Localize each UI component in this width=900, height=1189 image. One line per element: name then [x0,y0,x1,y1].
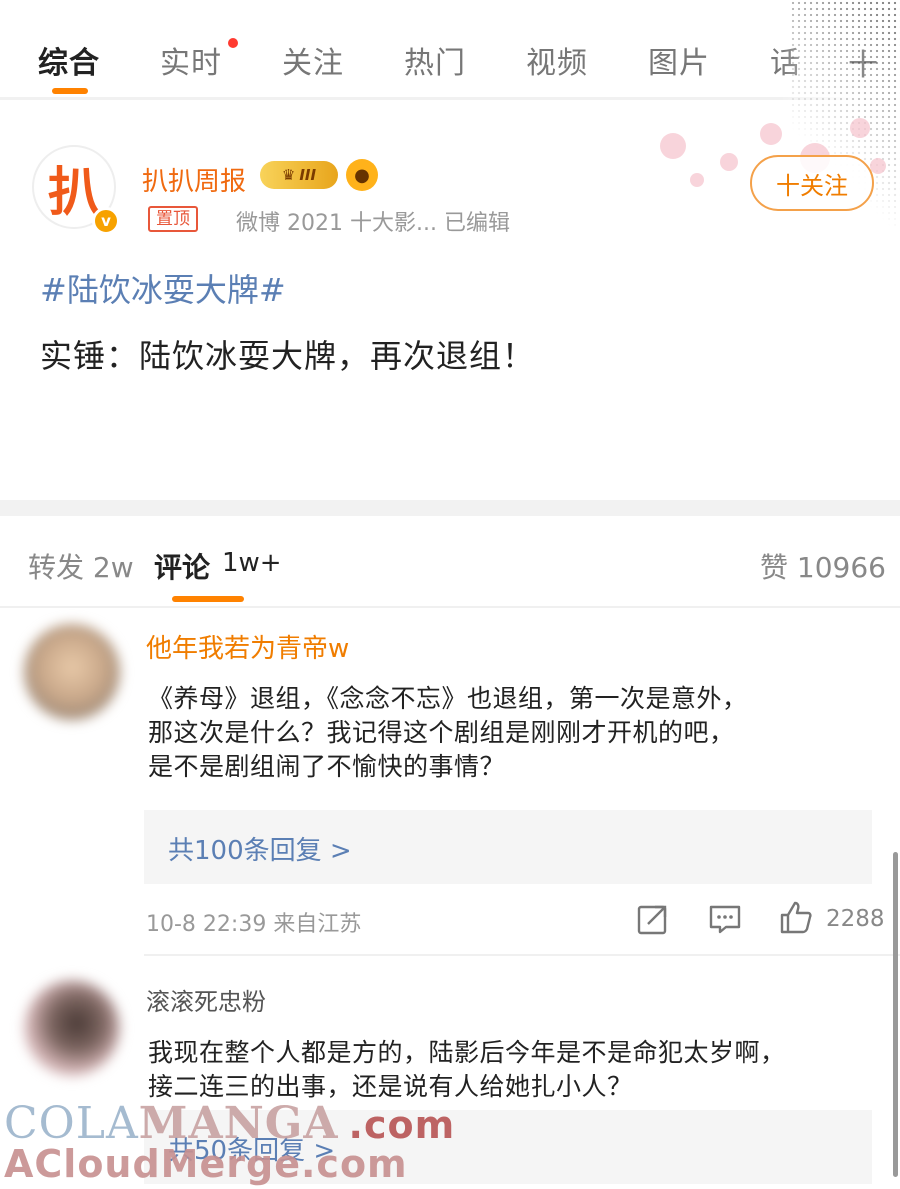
vip-level: III [299,166,317,184]
tab-hot[interactable]: 热门 [404,38,466,82]
post-meta: 微博 2021 十大影... 已编辑 [236,211,510,236]
tab-realtime[interactable]: 实时 [160,38,222,82]
comment-tab-indicator [172,596,244,602]
like-count: 2288 [826,906,885,932]
tab-following[interactable]: 关注 [282,38,344,82]
tab-like[interactable]: 赞 10966 [760,546,886,586]
avatar-logo: 扒 [47,161,100,223]
comment-text-line: 那这次是什么？我记得这个剧组是刚刚才开机的吧， [148,718,735,747]
tab-comment[interactable]: 评论 [154,546,210,586]
comment-count: 1w+ [222,548,282,578]
fan-badge-icon[interactable]: ● [346,159,378,191]
follow-button[interactable]: 十关注 [750,155,874,211]
comment-timestamp: 10-8 22:39 来自江苏 [146,912,362,937]
tab-repost[interactable]: 转发 2w [28,546,134,586]
vip-badge[interactable]: ♛ III [260,161,338,189]
comment-text-line: 我现在整个人都是方的，陆影后今年是不是命犯太岁啊， [148,1038,786,1067]
commenter-avatar[interactable] [24,624,120,720]
author-name[interactable]: 扒扒周报 [142,161,246,198]
view-replies-link[interactable]: 共100条回复 > [168,830,352,867]
tab-images[interactable]: 图片 [648,38,710,82]
new-dot-badge [228,38,238,48]
commenter-name[interactable]: 滚滚死忠粉 [146,982,266,1017]
crown-icon: ♛ [281,166,296,184]
post-body: 实锤：陆饮冰耍大牌，再次退组！ [40,337,536,375]
pinned-tag: 置顶 [148,206,198,232]
comment-text-line: 是不是剧组闹了不愉快的事情？ [148,752,506,781]
commenter-name[interactable]: 他年我若为青帝w [146,628,349,665]
section-divider [0,500,900,516]
watermark-subtitle: ACloudMerge.com [4,1142,408,1186]
commenter-avatar[interactable] [24,980,120,1076]
top-tab-bar: 综合 实时 关注 热门 视频 图片 话 十 [0,0,900,100]
share-icon[interactable] [636,902,670,936]
comment-icon[interactable] [708,902,742,936]
replies-box[interactable]: 共100条回复 > [144,810,872,884]
comment-divider [144,954,900,956]
like-icon[interactable] [778,900,814,936]
post-card: 扒 v 扒扒周报 ♛ III ● 置顶 微博 2021 十大影... 已编辑 十… [0,0,900,500]
interaction-tabs: 转发 2w 评论 1w+ 赞 10966 [0,516,900,608]
tab-comprehensive[interactable]: 综合 [38,38,100,82]
verified-icon: v [92,207,120,235]
comment-text-line: 《养母》退组，《念念不忘》也退组，第一次是意外， [148,684,748,713]
scrollbar[interactable] [893,852,898,1177]
hashtag-link[interactable]: #陆饮冰耍大牌# [40,265,286,311]
active-tab-indicator [52,88,88,94]
tab-video[interactable]: 视频 [526,38,588,82]
